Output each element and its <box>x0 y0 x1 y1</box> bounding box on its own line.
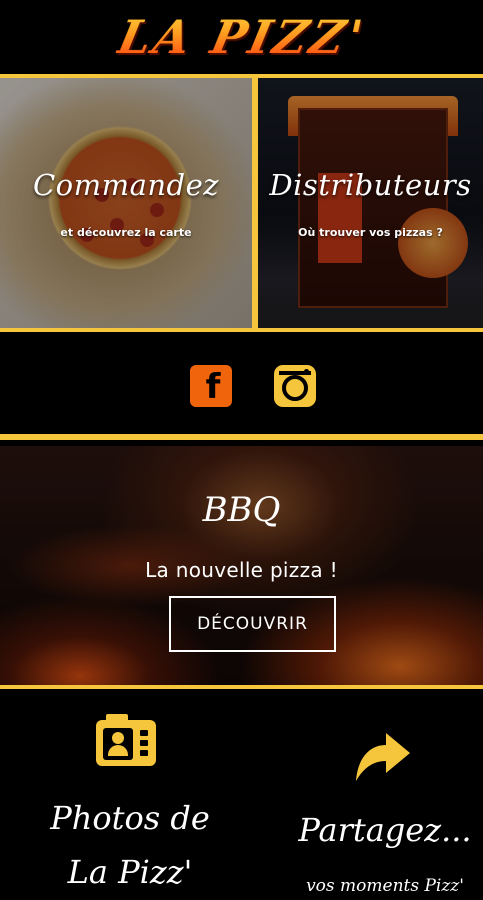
order-tile[interactable]: Commandez et découvrez la carte <box>0 78 252 328</box>
share-arrow-icon[interactable] <box>352 725 412 785</box>
facebook-icon[interactable]: f <box>190 365 232 407</box>
camera-button <box>140 730 148 736</box>
portrait-head <box>112 732 124 744</box>
promo-text: La nouvelle pizza ! <box>145 558 338 582</box>
tile-overlay <box>0 78 252 328</box>
instagram-lens <box>282 375 308 401</box>
tile-grid: Commandez et découvrez la carte Distribu… <box>0 74 483 332</box>
social-bar: f <box>0 332 483 440</box>
tile-overlay <box>258 78 483 328</box>
photos-feature[interactable]: Photos de La Pizz' <box>30 791 230 899</box>
distributors-tile[interactable]: Distributeurs Où trouver vos pizzas ? <box>258 78 483 328</box>
promo-title: BBQ <box>202 490 281 530</box>
distributors-title: Distributeurs <box>269 168 472 202</box>
promo-banner: BBQ La nouvelle pizza ! DÉCOUVRIR <box>0 446 483 689</box>
camera-top <box>106 714 128 722</box>
share-title[interactable]: Partagez... <box>290 803 480 857</box>
instagram-dot <box>304 369 309 374</box>
photos-title-line1: Photos de <box>50 799 210 837</box>
facebook-glyph: f <box>205 367 221 407</box>
camera-button <box>140 740 148 746</box>
discover-button[interactable]: DÉCOUVRIR <box>169 596 336 652</box>
share-subtitle: vos moments Pizz' <box>306 876 464 896</box>
order-title: Commandez <box>32 168 220 202</box>
instagram-icon[interactable] <box>274 365 316 407</box>
camera-portrait-icon[interactable] <box>96 714 156 766</box>
photos-title-line2: La Pizz' <box>67 853 193 891</box>
brand-logo[interactable]: LA PIZZ' <box>113 10 370 64</box>
camera-button <box>140 750 148 756</box>
features-section: Photos de La Pizz' Partagez... vos momen… <box>0 693 483 900</box>
distributors-subtitle: Où trouver vos pizzas ? <box>298 226 443 239</box>
order-subtitle: et découvrez la carte <box>60 226 192 239</box>
app-header: LA PIZZ' <box>0 0 483 74</box>
